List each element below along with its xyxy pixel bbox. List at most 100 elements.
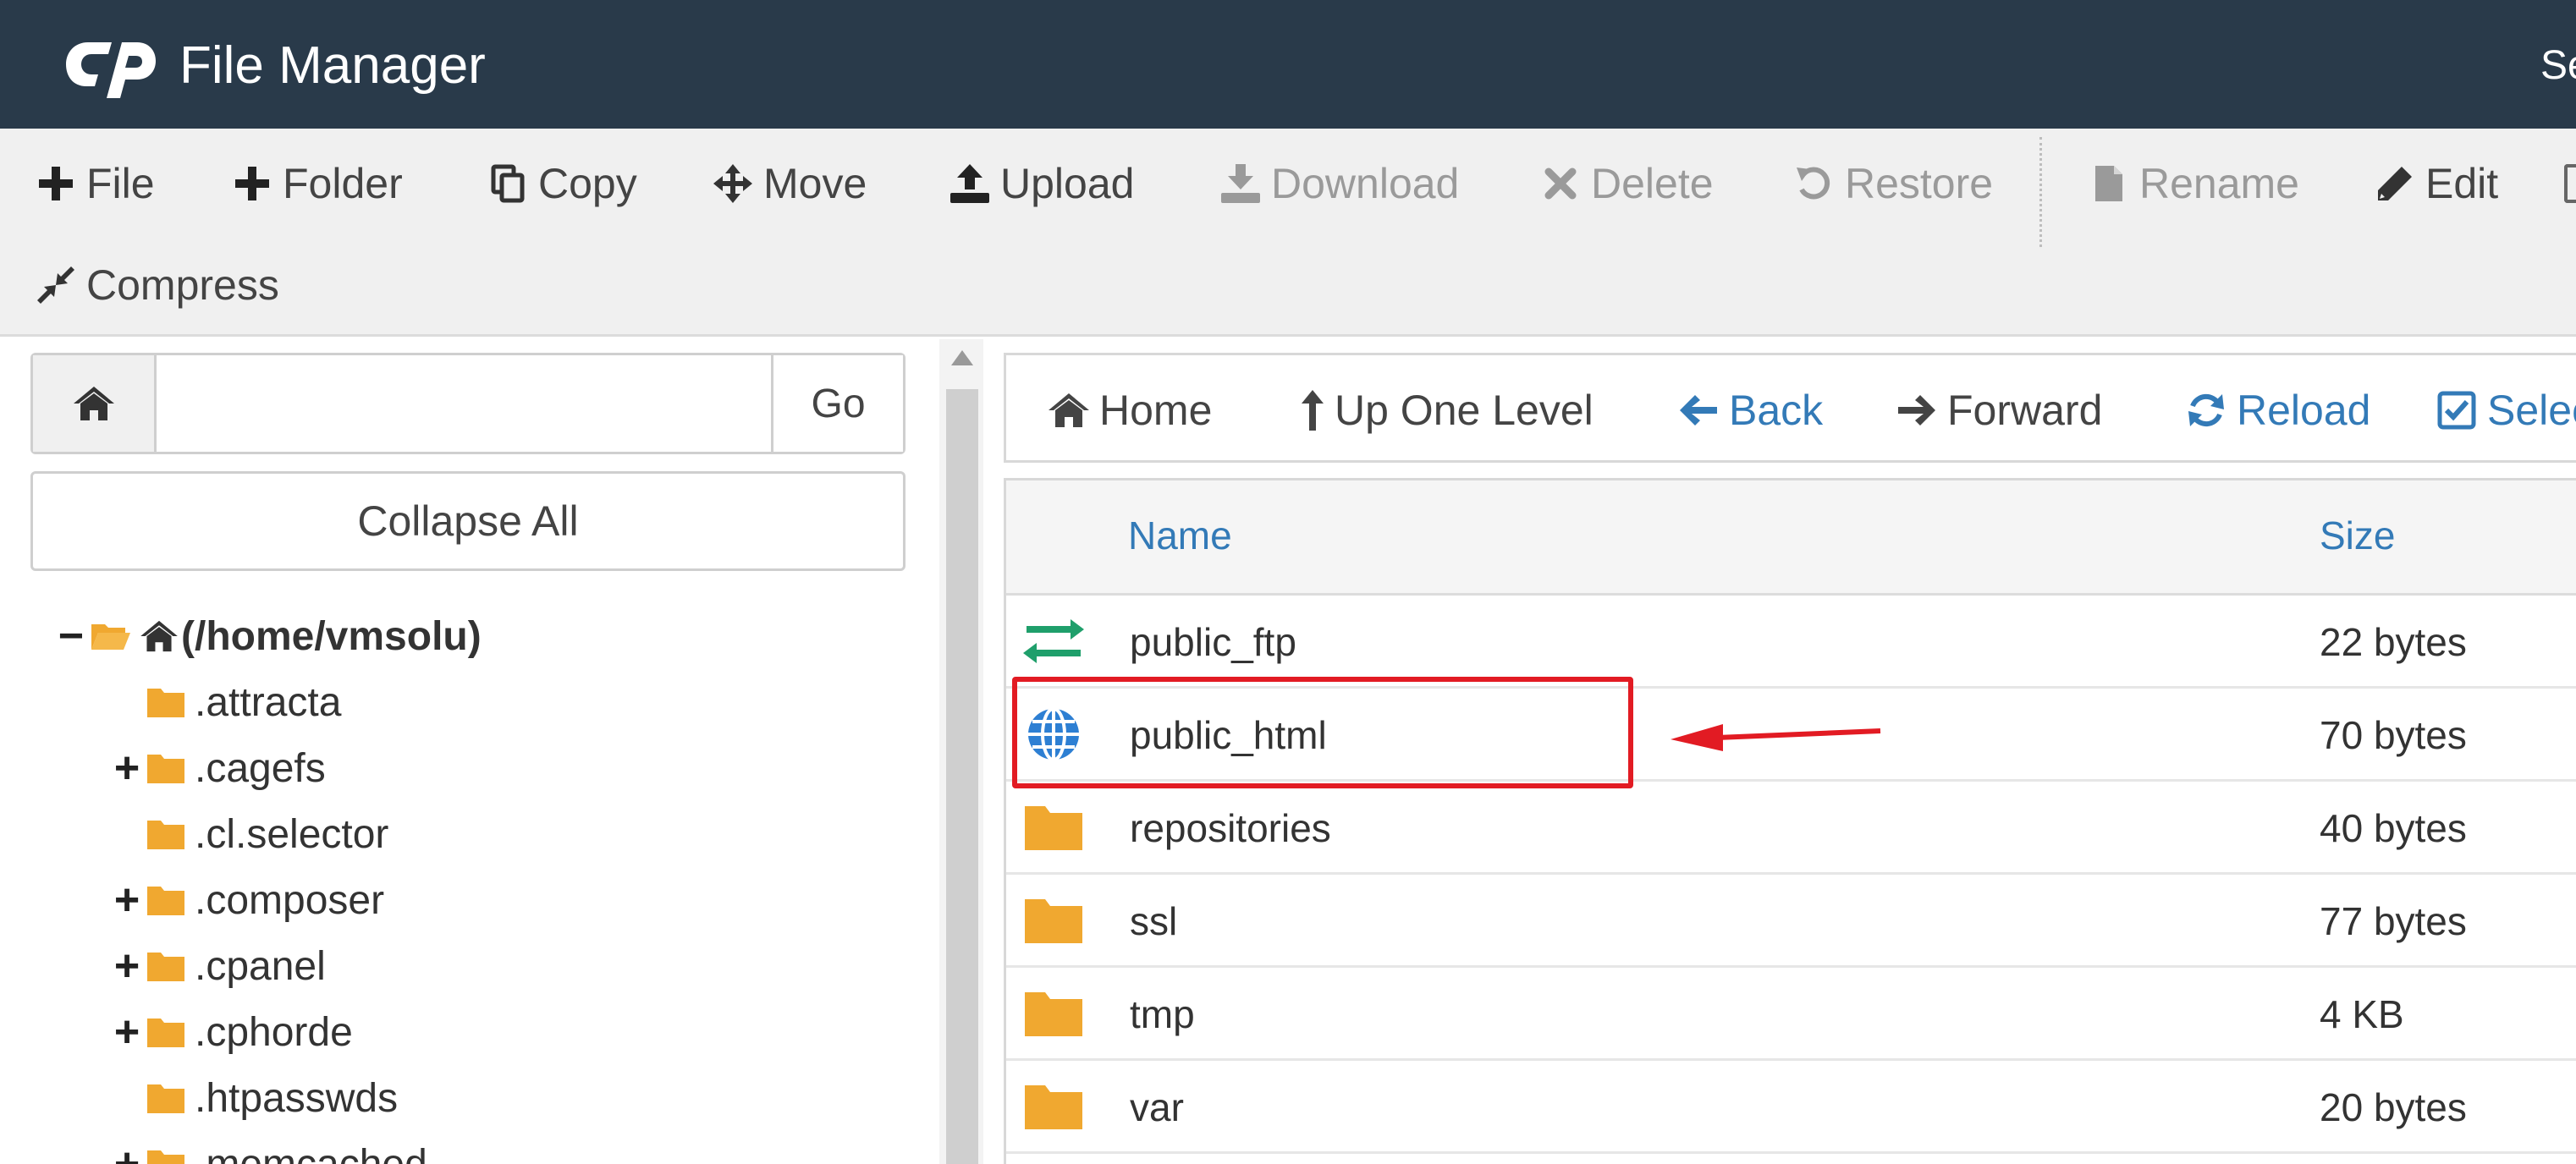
table-row[interactable]: public_ftp 22 bytes [1006,596,2576,689]
table-row[interactable]: tmp 4 KB [1006,968,2576,1061]
expand-toggle[interactable]: + [108,1139,146,1164]
folder-icon [146,1013,188,1051]
move-button[interactable]: Move [711,154,867,213]
tree-item-root[interactable]: − (/home/vmsolu) [52,607,482,666]
tree-item-htpasswds[interactable]: .htpasswds [108,1068,398,1128]
move-label: Move [763,160,867,207]
tree-item-cl-selector[interactable]: .cl.selector [108,804,388,864]
reload-button[interactable]: Reload [2182,381,2370,440]
folder-icon [146,1145,188,1164]
scroll-up-arrow-icon[interactable] [951,350,973,365]
open-folder-icon [90,618,132,655]
compress-label: Compress [86,261,279,309]
up-one-level-label: Up One Level [1335,387,1593,434]
back-button[interactable]: Back [1675,381,1823,440]
file-name: repositories [1130,806,1331,850]
tree-item-label: .memcached [195,1141,427,1164]
file-name: var [1130,1085,1184,1129]
tree-item-composer[interactable]: + .composer [108,870,384,930]
app-header: File Manager Se [0,0,2576,129]
tree-item-cpanel[interactable]: + .cpanel [108,936,326,996]
checkbox-icon [2433,387,2480,434]
table-row[interactable]: repositories 40 bytes [1006,782,2576,875]
column-header-size[interactable]: Size [2320,480,2395,590]
restore-button[interactable]: Restore [1792,154,1993,213]
upload-icon [948,160,992,207]
table-row[interactable]: ssl 77 bytes [1006,875,2576,968]
download-label: Download [1271,160,1460,207]
up-one-level-button[interactable]: Up One Level [1297,381,1593,440]
tree-item-label: .cphorde [195,1009,353,1055]
file-size: 4 KB [2320,992,2404,1036]
expand-toggle[interactable]: + [108,941,146,991]
select-all-button[interactable]: Selec [2433,381,2576,440]
file-size: 40 bytes [2320,806,2467,850]
tree-item-label: .cagefs [195,745,326,791]
download-icon [1219,160,1263,207]
path-input[interactable] [157,355,771,452]
file-size: 20 bytes [2320,1085,2467,1129]
table-header: Name Size [1006,480,2576,596]
folder-icon [1020,986,1087,1040]
table-row[interactable]: var 20 bytes [1006,1061,2576,1154]
upload-button[interactable]: Upload [948,154,1134,213]
file-name: tmp [1130,992,1195,1036]
file-name: ssl [1130,899,1178,943]
file-size: 70 bytes [2320,713,2467,757]
collapse-toggle[interactable]: − [52,611,90,662]
plus-icon [34,160,78,207]
partial-toolbar-icon [2564,164,2576,203]
cpanel-logo-icon [66,42,156,98]
collapse-all-button[interactable]: Collapse All [30,471,905,571]
refresh-icon [2182,387,2230,434]
forward-label: Forward [1947,387,2103,434]
vertical-scrollbar[interactable] [946,389,978,1164]
tree-item-label: .cpanel [195,943,326,989]
header-search-label[interactable]: Se [2540,29,2576,103]
path-home-button[interactable] [33,355,157,452]
folder-icon [146,684,188,721]
transfer-arrows-icon [1020,614,1087,668]
move-icon [711,160,755,207]
folder-icon [146,815,188,853]
go-button[interactable]: Go [771,355,903,452]
file-name: public_ftp [1130,620,1296,664]
pencil-icon [2373,160,2417,207]
tree-item-attracta[interactable]: .attracta [108,673,341,732]
download-button[interactable]: Download [1219,154,1459,213]
copy-button[interactable]: Copy [486,154,637,213]
plus-icon [230,160,274,207]
expand-toggle[interactable]: + [108,743,146,793]
compress-button[interactable]: Compress [34,255,279,315]
home-label: Home [1099,387,1213,434]
tree-item-cagefs[interactable]: + .cagefs [108,738,326,798]
expand-toggle[interactable]: + [108,875,146,925]
file-size: 77 bytes [2320,899,2467,943]
folder-icon [146,947,188,985]
edit-button[interactable]: Edit [2373,154,2498,213]
rename-button[interactable]: Rename [2087,154,2299,213]
restore-label: Restore [1845,160,1994,207]
delete-button[interactable]: Delete [1538,154,1714,213]
restore-icon [1792,160,1836,207]
home-icon [139,618,181,655]
forward-button[interactable]: Forward [1893,381,2102,440]
reload-label: Reload [2237,387,2371,434]
column-header-name[interactable]: Name [1128,480,1232,590]
new-file-button[interactable]: File [34,154,155,213]
delete-icon [1538,160,1582,207]
directory-tree: − (/home/vmsolu) .attracta + .cagefs .cl… [0,593,933,1164]
expand-toggle[interactable]: + [108,1007,146,1057]
tree-item-label: .htpasswds [195,1075,399,1121]
edit-label: Edit [2425,160,2499,207]
tree-item-cphorde[interactable]: + .cphorde [108,1002,353,1062]
home-button[interactable]: Home [1045,381,1212,440]
new-folder-button[interactable]: Folder [230,154,403,213]
home-icon [73,387,114,420]
tree-item-memcached[interactable]: + .memcached [108,1134,427,1164]
file-size: 22 bytes [2320,620,2467,664]
annotation-arrow-icon [1671,724,1881,751]
upload-label: Upload [1000,160,1135,207]
copy-label: Copy [538,160,637,207]
delete-label: Delete [1591,160,1714,207]
